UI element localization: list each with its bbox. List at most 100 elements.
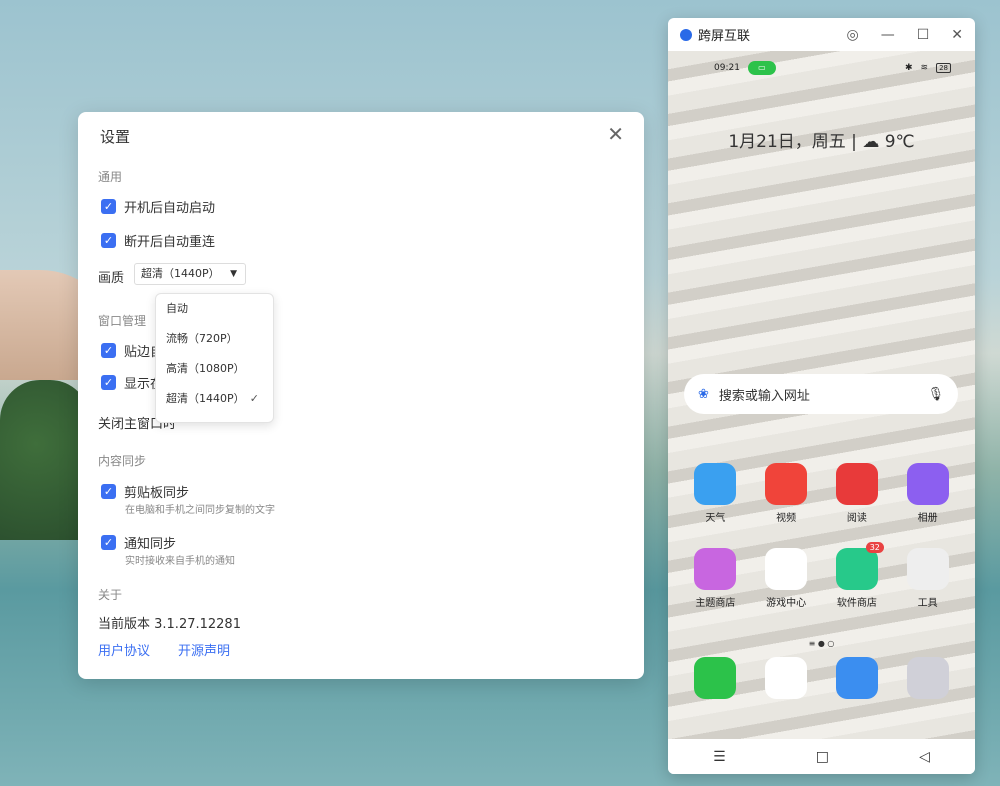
option-auto[interactable]: 自动 — [156, 294, 273, 324]
wifi-icon: ≋ — [920, 63, 929, 73]
check-icon: ✓ — [101, 343, 116, 358]
app-icon[interactable]: 阅读 — [822, 463, 893, 524]
app-camera[interactable] — [892, 657, 963, 703]
title-bar: 跨屏互联 ◎ — ☐ ✕ — [668, 18, 975, 51]
badge: 32 — [865, 542, 884, 553]
autostart-checkbox[interactable]: ✓ 开机后自动启动 — [101, 197, 215, 216]
clipboard-label: 剪贴板同步 — [124, 486, 190, 501]
section-about: 关于 — [98, 588, 123, 602]
autostart-label: 开机后自动启动 — [124, 201, 216, 216]
snap-checkbox[interactable]: ✓ 贴边自 — [101, 341, 163, 360]
paw-icon: ❀ — [698, 386, 709, 402]
app-icon — [694, 463, 737, 505]
option-label: 超清（1440P） — [166, 392, 245, 405]
checkmark-icon: ✓ — [249, 392, 259, 405]
nav-bar: ☰ □ ◁ — [668, 739, 975, 774]
check-icon: ✓ — [101, 199, 116, 214]
notify-label: 通知同步 — [124, 537, 177, 552]
check-icon: ✓ — [101, 233, 116, 248]
caret-down-icon: ▼ — [230, 269, 237, 279]
date-text: 1月21日，周五 — [728, 132, 846, 152]
app-label: 阅读 — [846, 513, 867, 524]
search-bar[interactable]: ❀ 搜索或输入网址 🎙 — [684, 374, 958, 414]
section-window: 窗口管理 — [98, 314, 147, 328]
app-messages[interactable] — [751, 657, 822, 703]
quality-value: 超清（1440P） — [141, 267, 220, 280]
menu-icon[interactable]: ☰ — [713, 749, 726, 765]
user-agreement-link[interactable]: 用户协议 — [98, 640, 150, 659]
app-icon — [835, 463, 878, 505]
app-icon — [765, 548, 808, 590]
app-icon[interactable]: 视频 — [751, 463, 822, 524]
app-label: 游戏中心 — [766, 598, 807, 609]
home-icon[interactable]: □ — [816, 749, 829, 765]
app-icon[interactable]: 32 软件商店 — [822, 542, 893, 609]
maximize-icon[interactable]: ☐ — [917, 27, 930, 43]
back-icon[interactable]: ◁ — [919, 749, 930, 765]
section-general: 通用 — [98, 170, 123, 184]
app-label: 软件商店 — [836, 598, 877, 609]
phone-icon — [694, 657, 737, 699]
messages-icon — [765, 657, 808, 699]
date-weather-widget[interactable]: 1月21日，周五 | ☁ 9℃ — [668, 127, 975, 152]
app-icon[interactable]: 主题商店 — [680, 548, 751, 609]
reconnect-label: 断开后自动重连 — [124, 235, 216, 250]
clipboard-desc: 在电脑和手机之间同步复制的文字 — [125, 505, 275, 516]
app-icon[interactable]: 游戏中心 — [751, 548, 822, 609]
wallpaper-trees — [0, 380, 90, 540]
bluetooth-icon: ✱ — [904, 63, 913, 73]
app-label: 工具 — [917, 598, 938, 609]
app-label: 视频 — [776, 513, 797, 524]
option-1080p[interactable]: 高清（1080P） — [156, 354, 273, 384]
option-1440p[interactable]: 超清（1440P） ✓ — [156, 384, 273, 414]
notify-desc: 实时接收来自手机的通知 — [125, 556, 235, 567]
clipboard-checkbox[interactable]: ✓ 剪贴板同步 — [101, 482, 189, 501]
quality-label: 画质 — [98, 271, 125, 286]
app-icon: 32 — [835, 542, 884, 590]
app-browser[interactable] — [822, 657, 893, 703]
page-indicator: ≡ ● ○ — [808, 639, 835, 648]
app-icon — [906, 548, 949, 590]
phone-mirror-window: 跨屏互联 ◎ — ☐ ✕ 09:21 ▭ ✱ ≋ 28 1月21日，周五 | ☁ 9℃ ❀ 搜索… — [668, 18, 975, 774]
option-720p[interactable]: 流畅（720P） — [156, 324, 273, 354]
battery-level: 28 — [936, 63, 951, 73]
camera-icon — [906, 657, 949, 699]
notify-checkbox[interactable]: ✓ 通知同步 — [101, 533, 176, 552]
app-label: 天气 — [705, 513, 726, 524]
cloud-icon: ☁ — [862, 132, 880, 152]
temperature: 9℃ — [884, 132, 915, 152]
check-icon: ✓ — [101, 484, 116, 499]
microphone-icon[interactable]: 🎙 — [927, 387, 944, 402]
version-text: 当前版本 3.1.27.12281 — [98, 617, 241, 632]
app-icon — [765, 463, 808, 505]
app-label: 主题商店 — [695, 598, 736, 609]
status-time: 09:21 — [714, 63, 740, 73]
open-source-link[interactable]: 开源声明 — [178, 640, 230, 659]
quality-select[interactable]: 超清（1440P） ▼ — [134, 263, 246, 285]
phone-screen[interactable]: 09:21 ▭ ✱ ≋ 28 1月21日，周五 | ☁ 9℃ ❀ 搜索或输入网址 🎙 天气 视… — [668, 51, 975, 739]
app-label: 相册 — [917, 513, 938, 524]
app-phone[interactable] — [680, 657, 751, 703]
section-sync: 内容同步 — [98, 454, 147, 468]
cast-icon: ▭ — [747, 61, 776, 75]
app-icon — [694, 548, 737, 590]
quality-dropdown: 自动 流畅（720P） 高清（1080P） 超清（1440P） ✓ — [155, 293, 274, 423]
window-title: 跨屏互联 — [698, 29, 751, 44]
settings-gear-icon[interactable]: ◎ — [846, 27, 858, 43]
dialog-title: 设置 — [100, 128, 131, 146]
check-icon: ✓ — [101, 535, 116, 550]
app-icon — [906, 463, 949, 505]
search-placeholder: 搜索或输入网址 — [718, 388, 810, 404]
close-icon[interactable]: ✕ — [951, 27, 963, 43]
minimize-icon[interactable]: — — [881, 27, 895, 43]
show-checkbox[interactable]: ✓ 显示在 — [101, 373, 163, 392]
browser-icon — [835, 657, 878, 699]
close-button[interactable]: ✕ — [607, 122, 624, 146]
app-icon[interactable]: 相册 — [892, 463, 963, 524]
status-bar: 09:21 ▭ ✱ ≋ 28 — [668, 51, 975, 75]
app-icon[interactable]: 工具 — [892, 548, 963, 609]
app-icon[interactable]: 天气 — [680, 463, 751, 524]
app-logo-icon — [680, 28, 692, 41]
reconnect-checkbox[interactable]: ✓ 断开后自动重连 — [101, 231, 215, 250]
check-icon: ✓ — [101, 375, 116, 390]
